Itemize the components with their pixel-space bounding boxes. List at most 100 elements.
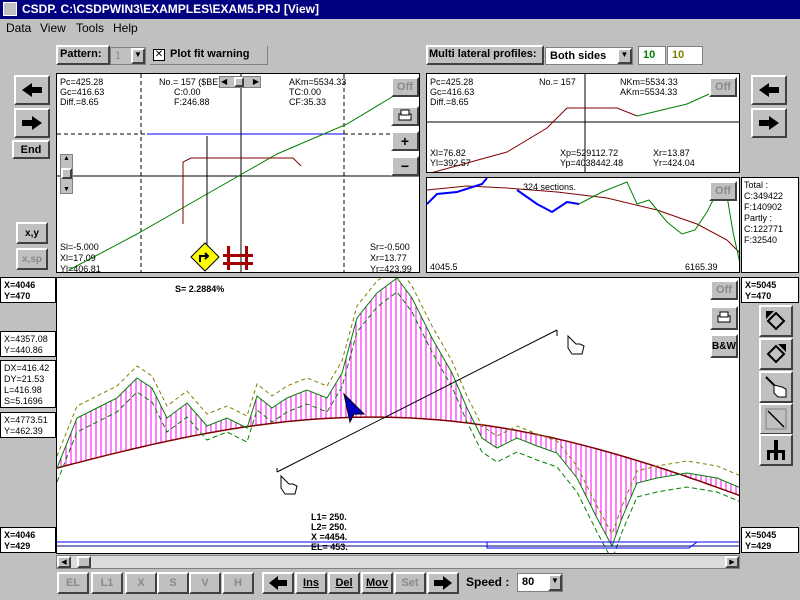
zoom-out-button[interactable]: − bbox=[391, 156, 419, 176]
menu-view[interactable]: View bbox=[40, 21, 66, 35]
scroll-thumb[interactable] bbox=[61, 168, 72, 179]
x-button[interactable]: X bbox=[125, 572, 157, 594]
coord-x: X=4357.08 bbox=[4, 334, 48, 344]
pattern-select[interactable]: 1 ▼ bbox=[110, 47, 146, 65]
right-next-button[interactable] bbox=[751, 108, 787, 138]
cf-value: CF:35.33 bbox=[289, 97, 327, 107]
checkbox-check-icon[interactable]: ✕ bbox=[153, 49, 165, 61]
pattern-label-box: Pattern: bbox=[56, 45, 110, 65]
h-button[interactable]: H bbox=[222, 572, 254, 594]
xsp-button[interactable]: x,sp bbox=[16, 248, 48, 270]
app-icon[interactable] bbox=[3, 2, 17, 16]
l1-button[interactable]: L1 bbox=[91, 572, 123, 594]
gc-value: Gc=416.63 bbox=[430, 87, 475, 97]
speed-value: 80 bbox=[522, 576, 535, 588]
bw-button[interactable]: B&W bbox=[710, 334, 738, 358]
s-button[interactable]: S bbox=[157, 572, 189, 594]
tool-move-button[interactable] bbox=[759, 338, 793, 370]
scroll-left-icon[interactable]: ◀ bbox=[57, 556, 71, 568]
sr-value: Sr=-0.500 bbox=[370, 242, 410, 252]
box-b[interactable]: 10 bbox=[667, 46, 703, 65]
coord-y: Y=440.86 bbox=[4, 345, 43, 355]
scroll-left-icon[interactable]: ◀ bbox=[221, 77, 227, 86]
menu-data[interactable]: Data bbox=[6, 21, 31, 35]
speed-select[interactable]: 80 ▼ bbox=[517, 573, 563, 592]
scroll-right-icon[interactable]: ▶ bbox=[725, 556, 739, 568]
window-title: CSDP. C:\CSDPWIN3\EXAMPLES\EXAM5.PRJ [Vi… bbox=[22, 2, 319, 16]
scroll-thumb[interactable] bbox=[234, 77, 244, 87]
box-b-value: 10 bbox=[672, 49, 685, 61]
scroll-thumb[interactable] bbox=[77, 556, 91, 568]
back-button[interactable] bbox=[262, 572, 294, 594]
box-a[interactable]: 10 bbox=[638, 46, 666, 65]
structure-icon bbox=[767, 440, 785, 460]
off-button[interactable]: Off bbox=[391, 77, 419, 97]
pattern-label: Pattern: bbox=[60, 48, 102, 60]
totals-box: Total : C:349422 F:140902 Partly : C:122… bbox=[741, 177, 799, 273]
el-label: EL= 453. bbox=[311, 542, 348, 552]
tool-select-button[interactable] bbox=[759, 305, 793, 337]
off-button[interactable]: Off bbox=[709, 77, 737, 97]
off-button[interactable]: Off bbox=[710, 280, 738, 300]
multi-lateral-label: Multi lateral profiles: bbox=[429, 48, 537, 60]
print-button[interactable] bbox=[391, 106, 419, 126]
ins-button[interactable]: Ins bbox=[295, 572, 327, 594]
xy-button[interactable]: x,y bbox=[16, 222, 48, 244]
l2-label: L2= 250. bbox=[311, 522, 347, 532]
arrow-right-icon bbox=[434, 576, 452, 590]
menu-bar: Data View Tools Help bbox=[0, 19, 800, 37]
chevron-down-icon[interactable]: ▼ bbox=[617, 48, 632, 64]
cut-fill-hatching bbox=[60, 278, 737, 545]
plot-fit-checkbox[interactable]: ✕ Plot fit warning bbox=[150, 46, 268, 65]
tool-structure-button[interactable] bbox=[759, 434, 793, 466]
overview-panel[interactable]: 324 sections. 4045.5 6165.39 Off bbox=[426, 177, 740, 273]
section-number: No.= 157 bbox=[539, 77, 576, 87]
v-button[interactable]: V bbox=[189, 572, 221, 594]
tool-line-button[interactable] bbox=[759, 403, 793, 435]
printer-icon bbox=[398, 109, 412, 121]
scroll-right-icon[interactable]: ▶ bbox=[253, 77, 259, 86]
x-label: X =4454. bbox=[311, 532, 348, 542]
coord-x: X=4046 bbox=[4, 280, 36, 290]
forward-button[interactable] bbox=[427, 572, 459, 594]
coord-y: Y=429 bbox=[745, 541, 772, 551]
vertical-scroller[interactable]: ▲ ▼ bbox=[60, 154, 73, 194]
off-button[interactable]: Off bbox=[709, 181, 737, 201]
yr-value: Yr=424.04 bbox=[653, 158, 695, 168]
lateral-profile-panel[interactable]: Pc=425.28 Gc=416.63 Diff.=8.65 No.= 157 … bbox=[426, 73, 740, 173]
coord-left-low: X=4773.51 Y=462.39 bbox=[0, 412, 56, 438]
mov-button[interactable]: Mov bbox=[361, 572, 393, 594]
arrow-right-icon bbox=[22, 116, 42, 130]
partly-fill: F:32540 bbox=[744, 235, 778, 245]
chevron-down-icon[interactable]: ▼ bbox=[548, 574, 562, 591]
el-button[interactable]: EL bbox=[57, 572, 89, 594]
move-arrow-icon bbox=[766, 344, 786, 364]
yr-value: Yr=423.99 bbox=[370, 264, 412, 273]
set-button[interactable]: Set bbox=[394, 572, 426, 594]
longitudinal-profile-panel[interactable]: S= 2.2884% L1= 250. L2= 250. X =4454. EL… bbox=[56, 277, 740, 554]
total-cut: C:349422 bbox=[744, 191, 784, 201]
xp-value: Xp=529112.72 bbox=[560, 148, 619, 158]
del-button[interactable]: Del bbox=[328, 572, 360, 594]
end-button[interactable]: End bbox=[12, 140, 50, 159]
scroll-up-icon[interactable]: ▲ bbox=[63, 155, 70, 162]
print-button[interactable] bbox=[710, 306, 738, 330]
right-prev-button[interactable] bbox=[751, 75, 787, 105]
horizontal-scrollbar[interactable]: ◀ ▶ bbox=[56, 555, 740, 569]
overview-right-value: 6165.39 bbox=[685, 262, 718, 272]
multi-lateral-select[interactable]: Both sides ▼ bbox=[545, 47, 633, 65]
diff-value: Diff.=8.65 bbox=[430, 97, 469, 107]
chevron-down-icon[interactable]: ▼ bbox=[131, 48, 145, 64]
menu-help[interactable]: Help bbox=[113, 21, 138, 35]
yl-value: Yl=392.57 bbox=[430, 158, 471, 168]
l-value: L=416.98 bbox=[4, 385, 42, 395]
section-scroller[interactable]: ◀ ▶ bbox=[219, 76, 261, 88]
menu-tools[interactable]: Tools bbox=[76, 21, 104, 35]
scroll-down-icon[interactable]: ▼ bbox=[63, 186, 70, 193]
cross-section-panel[interactable]: Pc=425.28 Gc=416.63 Diff.=8.65 No.= 157 … bbox=[56, 73, 420, 273]
tool-hand-button[interactable] bbox=[759, 371, 793, 403]
zoom-in-button[interactable]: + bbox=[391, 131, 419, 151]
prev-button[interactable] bbox=[14, 75, 50, 105]
next-button[interactable] bbox=[14, 108, 50, 138]
coord-left-mid: X=4357.08 Y=440.86 bbox=[0, 331, 56, 357]
